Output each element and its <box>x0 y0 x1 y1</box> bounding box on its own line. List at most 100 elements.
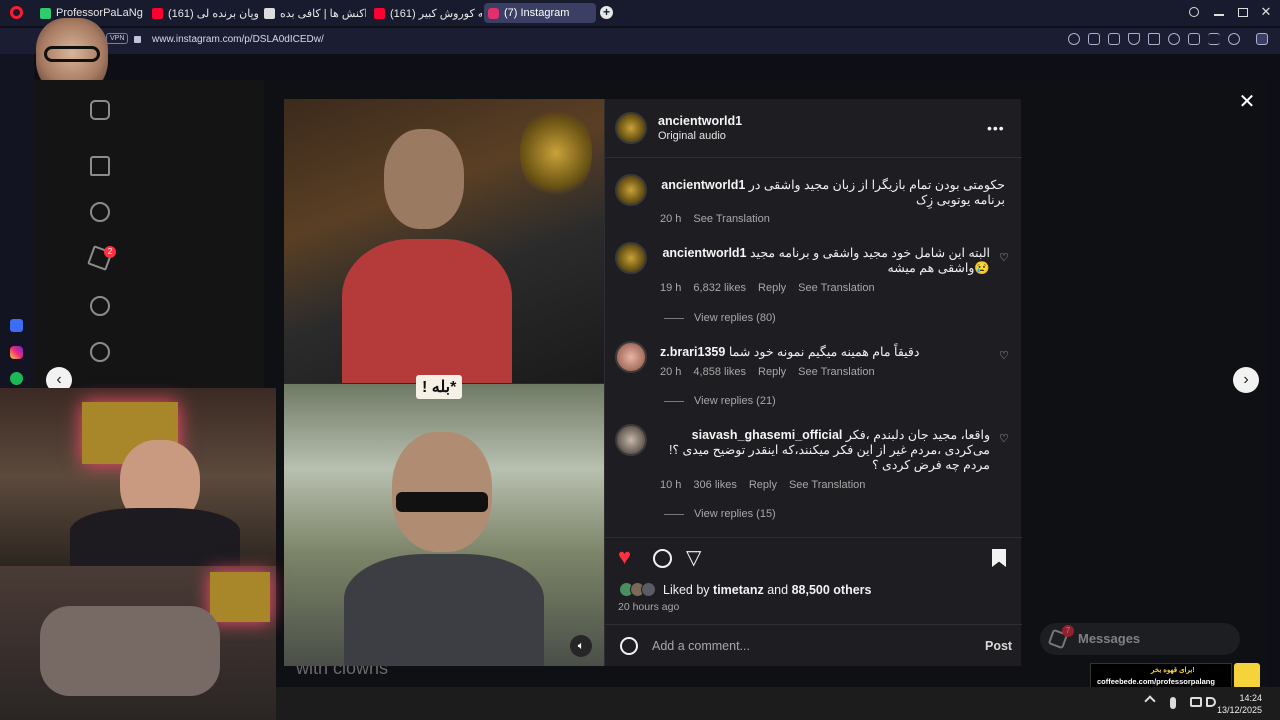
donation-banner[interactable]: برای قهوه بخر! coffeebede.com/professorp… <box>1090 663 1232 689</box>
restore-button[interactable] <box>1238 8 1248 17</box>
caption-row: ancientworld1 حکومتی بودن تمام بازیگرا ا… <box>660 178 1005 208</box>
menu-icon[interactable] <box>1208 33 1220 45</box>
comment-like-icon[interactable]: ♡ <box>999 253 1009 264</box>
explore-icon[interactable] <box>90 342 110 362</box>
minimize-button[interactable] <box>1214 14 1224 16</box>
comment-username[interactable]: siavash_ghasemi_official <box>692 428 843 442</box>
extensions-icon[interactable] <box>1256 33 1268 45</box>
emoji-icon[interactable] <box>620 637 638 655</box>
mute-button[interactable]: 🔈︎ <box>570 635 592 657</box>
system-taskbar: 14:24 13/12/2025 <box>276 687 1280 720</box>
comment-time: 10 h <box>660 479 682 491</box>
view-replies-button[interactable]: View replies (15) <box>664 508 776 520</box>
author-username[interactable]: ancientworld1 <box>658 114 742 128</box>
comment-time: 20 h <box>660 366 682 378</box>
messages-pill[interactable]: 7 Messages <box>1040 623 1240 655</box>
view-replies-label[interactable]: View replies (15) <box>694 508 776 520</box>
instagram-logo-icon[interactable] <box>90 100 110 120</box>
download-icon[interactable] <box>1188 33 1200 45</box>
like-heart-icon[interactable]: ♥ <box>618 545 631 569</box>
view-replies-label[interactable]: View replies (80) <box>694 312 776 324</box>
liked-by-and: and <box>767 583 789 597</box>
post-timestamp[interactable]: 20 hours ago <box>618 601 679 613</box>
webcam-feed-room <box>0 566 276 720</box>
comment-avatar[interactable] <box>615 242 647 274</box>
save-bookmark-icon[interactable] <box>992 549 1006 567</box>
replies-divider <box>664 317 684 319</box>
comment-likes[interactable]: 306 likes <box>693 479 736 491</box>
play-icon[interactable] <box>1148 33 1160 45</box>
next-post-button[interactable]: › <box>1233 367 1259 393</box>
tab-video-1[interactable]: (161) هادی چوپان برنده لی... <box>148 3 258 23</box>
comment-like-icon[interactable]: ♡ <box>999 351 1009 362</box>
liked-by-others[interactable]: 88,500 others <box>792 583 872 597</box>
heart-icon[interactable] <box>1168 33 1180 45</box>
comment-username[interactable]: z.brari1359 <box>660 345 725 359</box>
comment-bubble-icon[interactable] <box>653 549 672 568</box>
comment-avatar[interactable] <box>615 424 647 456</box>
see-translation-link[interactable]: See Translation <box>798 366 874 378</box>
comment-meta: 20 h 4,858 likes Reply See Translation <box>660 366 875 378</box>
caption-username[interactable]: ancientworld1 <box>661 178 745 192</box>
post-media[interactable]: *بله ! 🔈︎ <box>284 99 604 666</box>
profile-icon[interactable] <box>1228 33 1240 45</box>
camera-icon[interactable] <box>1108 33 1120 45</box>
search-tabs-icon[interactable] <box>1189 7 1199 17</box>
more-options-button[interactable]: ••• <box>987 120 1005 136</box>
shield-icon[interactable] <box>1128 33 1140 45</box>
see-translation-link[interactable]: See Translation <box>789 479 865 491</box>
comment-text: دقیقاً مام همینه میگیم نمونه خود شما <box>728 345 920 359</box>
author-avatar[interactable] <box>615 112 647 144</box>
comment-row: siavash_ghasemi_official واقعا، مجید جان… <box>660 428 990 473</box>
vpn-badge[interactable]: VPN <box>106 33 129 44</box>
share-send-icon[interactable]: ▽ <box>686 547 701 569</box>
instagram-icon[interactable] <box>10 346 23 359</box>
liked-by-user[interactable]: timetanz <box>713 583 764 597</box>
post-comment-button[interactable]: Post <box>985 639 1012 653</box>
tab-label: (7) Instagram <box>504 7 570 19</box>
tab-transactions[interactable]: تراکنش ها | کافی بده <box>260 3 366 23</box>
caption-avatar[interactable] <box>615 174 647 206</box>
close-modal-button[interactable]: ✕ <box>1238 92 1256 112</box>
see-translation-link[interactable]: See Translation <box>798 282 874 294</box>
reply-button[interactable]: Reply <box>758 366 786 378</box>
microphone-icon[interactable] <box>1170 697 1176 709</box>
comment-username[interactable]: ancientworld1 <box>662 246 746 260</box>
tray-chevron-icon[interactable] <box>1144 695 1156 707</box>
comment-input[interactable]: Add a comment... <box>652 639 750 653</box>
reply-button[interactable]: Reply <box>758 282 786 294</box>
clock-date[interactable]: 13/12/2025 <box>1210 705 1262 715</box>
comment-like-icon[interactable]: ♡ <box>999 434 1009 445</box>
tab-instagram[interactable]: (7) Instagram <box>484 3 596 23</box>
close-window-button[interactable]: ✕ <box>1260 5 1272 19</box>
comment-likes[interactable]: 4,858 likes <box>693 366 746 378</box>
reply-button[interactable]: Reply <box>749 479 777 491</box>
messages-badge: 7 <box>1062 625 1074 637</box>
view-replies-label[interactable]: View replies (21) <box>694 395 776 407</box>
tab-label: تراکنش ها | کافی بده <box>280 7 366 20</box>
search-icon[interactable] <box>90 296 110 316</box>
audio-label[interactable]: Original audio <box>658 130 726 142</box>
opera-logo-icon[interactable] <box>10 6 23 19</box>
comment-avatar[interactable] <box>615 341 647 373</box>
new-tab-button[interactable]: + <box>600 6 613 19</box>
aria-icon[interactable] <box>10 319 23 332</box>
tab-label: (161) هادی چوپان برنده لی... <box>168 7 258 20</box>
comment: z.brari1359 دقیقاً مام همینه میگیم نمونه… <box>660 345 990 360</box>
comment-row: z.brari1359 دقیقاً مام همینه میگیم نمونه… <box>660 345 990 360</box>
comment-likes[interactable]: 6,832 likes <box>693 282 746 294</box>
header-divider <box>605 157 1022 158</box>
url-field[interactable]: www.instagram.com/p/DSLA0dICEDw/ <box>152 34 324 45</box>
edit-icon[interactable] <box>1088 33 1100 45</box>
comment-divider <box>605 624 1022 625</box>
clock-time[interactable]: 14:24 <box>1226 693 1262 703</box>
reels-icon[interactable] <box>90 202 110 222</box>
network-icon[interactable] <box>1190 697 1202 707</box>
see-translation-link[interactable]: See Translation <box>693 213 769 225</box>
zoom-icon[interactable] <box>1068 33 1080 45</box>
spotify-icon[interactable] <box>10 372 23 385</box>
home-icon[interactable] <box>90 156 110 176</box>
view-replies-button[interactable]: View replies (80) <box>664 312 776 324</box>
tab-video-2[interactable]: (161) توهین به کوروش کبیر <box>370 3 482 23</box>
view-replies-button[interactable]: View replies (21) <box>664 395 776 407</box>
